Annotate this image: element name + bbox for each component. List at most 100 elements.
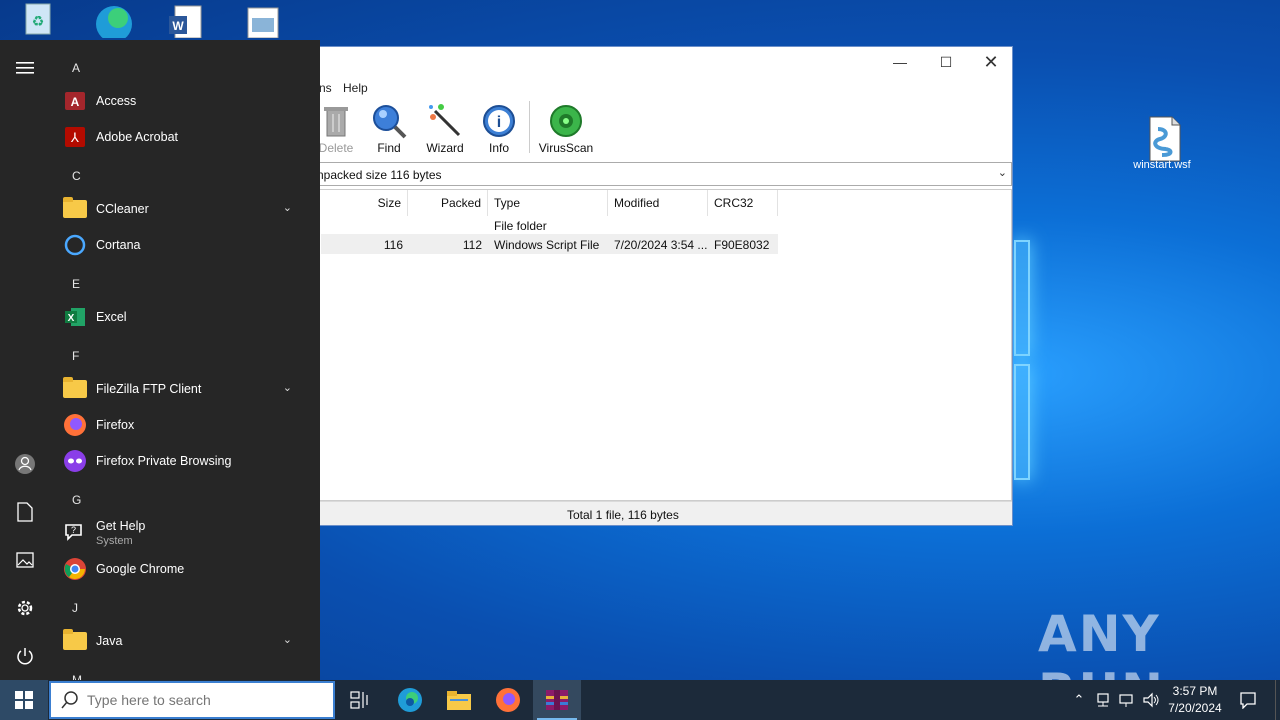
app-ccleaner[interactable]: CCleaner ⌄ — [62, 192, 312, 226]
search-icon — [61, 691, 79, 709]
column-header-size[interactable]: Size — [327, 190, 408, 216]
section-letter-e[interactable]: E — [72, 277, 80, 291]
column-header-packed[interactable]: Packed — [408, 190, 488, 216]
column-header-type[interactable]: Type — [488, 190, 608, 216]
find-button[interactable]: Find — [361, 103, 417, 155]
cortana-icon — [62, 232, 88, 258]
chevron-down-icon[interactable]: ⌄ — [283, 381, 292, 394]
svg-text:♻: ♻ — [32, 13, 45, 29]
volume-icon[interactable] — [1140, 680, 1162, 720]
app-cortana[interactable]: Cortana — [62, 228, 312, 262]
folder-icon — [62, 196, 88, 222]
search-input[interactable] — [87, 692, 307, 708]
app-get-help[interactable]: ? Get Help System — [62, 516, 312, 550]
section-letter-g[interactable]: G — [72, 493, 81, 507]
wsf-file-desktop-icon[interactable]: winstart.wsf — [1124, 115, 1200, 171]
virusscan-button[interactable]: VirusScan — [536, 103, 596, 155]
winrar-window: — ☐ ✕ ns Help Delete Find Wizard i Info — [250, 46, 1013, 526]
start-menu: A A Access ⅄ Adobe Acrobat C CCleaner ⌄ … — [0, 40, 320, 680]
cell-modified: 7/20/2024 3:54 ... — [614, 238, 708, 252]
wizard-button[interactable]: Wizard — [417, 103, 473, 155]
windows-start-icon — [15, 691, 33, 709]
section-letter-a[interactable]: A — [72, 61, 80, 75]
svg-text:X: X — [68, 313, 75, 324]
app-google-chrome[interactable]: Google Chrome — [62, 552, 312, 586]
taskbar: ⌃ 3:57 PM 7/20/2024 — [0, 680, 1280, 720]
section-letter-c[interactable]: C — [72, 169, 81, 183]
minimize-button[interactable]: — — [877, 47, 923, 77]
start-button[interactable] — [0, 680, 48, 720]
edge-taskbar-icon[interactable] — [386, 680, 434, 720]
anyrun-watermark: ANY RUN — [1038, 605, 1163, 680]
user-account-icon[interactable] — [13, 452, 37, 476]
app-excel[interactable]: X Excel — [62, 300, 312, 334]
word-document-icon[interactable]: W — [147, 0, 223, 42]
info-button[interactable]: i Info — [471, 103, 527, 155]
menu-item-commands[interactable]: ns — [319, 81, 332, 95]
status-text: Total 1 file, 116 bytes — [567, 508, 679, 522]
ethernet-icon[interactable] — [1116, 680, 1138, 720]
image-file-icon[interactable] — [224, 0, 300, 42]
windows-logo-wallpaper — [1014, 240, 1030, 480]
pictures-icon[interactable] — [13, 548, 37, 572]
magnifier-icon — [371, 103, 407, 139]
svg-text:i: i — [497, 114, 501, 131]
cell-size: 116 — [383, 238, 403, 252]
notification-center-icon[interactable] — [1236, 680, 1260, 720]
section-letter-m[interactable]: M — [72, 673, 82, 680]
chevron-down-icon[interactable]: ⌄ — [998, 166, 1007, 179]
section-letter-f[interactable]: F — [72, 349, 79, 363]
app-subtitle: System — [96, 535, 133, 547]
taskbar-clock[interactable]: 3:57 PM 7/20/2024 — [1160, 683, 1230, 717]
column-header-modified[interactable]: Modified — [608, 190, 708, 216]
cell-packed: 112 — [462, 238, 482, 252]
cell-crc32: F90E8032 — [714, 238, 770, 252]
status-bar: Total 1 file, 116 bytes — [251, 501, 1012, 525]
section-letter-j[interactable]: J — [72, 601, 78, 615]
access-icon: A — [62, 88, 88, 114]
show-hidden-icons-icon[interactable]: ⌃ — [1068, 680, 1090, 720]
recycle-bin-icon[interactable]: ♻ — [0, 0, 76, 42]
app-filezilla[interactable]: FileZilla FTP Client ⌄ — [62, 372, 312, 406]
get-help-icon: ? — [62, 520, 88, 546]
chevron-down-icon[interactable]: ⌄ — [283, 201, 292, 214]
close-button[interactable]: ✕ — [968, 47, 1014, 77]
winrar-taskbar-icon[interactable] — [533, 680, 581, 720]
menu-item-help[interactable]: Help — [343, 81, 368, 95]
title-bar[interactable]: — ☐ ✕ — [251, 47, 1012, 77]
app-access[interactable]: A Access — [62, 84, 312, 118]
table-row[interactable]: File folder — [494, 219, 547, 233]
toolbar-separator — [529, 101, 530, 153]
script-file-icon — [1144, 115, 1181, 162]
network-tray-icon[interactable] — [1092, 680, 1114, 720]
taskbar-search[interactable] — [49, 681, 335, 719]
info-icon: i — [481, 103, 517, 139]
app-firefox[interactable]: Firefox — [62, 408, 312, 442]
file-explorer-icon[interactable] — [435, 680, 483, 720]
firefox-taskbar-icon[interactable] — [484, 680, 532, 720]
edge-desktop-icon[interactable] — [74, 0, 150, 42]
app-adobe-acrobat[interactable]: ⅄ Adobe Acrobat — [62, 120, 312, 154]
maximize-button[interactable]: ☐ — [923, 47, 969, 77]
svg-text:⅄: ⅄ — [70, 130, 79, 145]
cell-type: Windows Script File — [494, 238, 600, 252]
app-firefox-private[interactable]: Firefox Private Browsing — [62, 444, 312, 478]
show-desktop-button[interactable] — [1275, 680, 1276, 720]
firefox-icon — [62, 412, 88, 438]
clock-time: 3:57 PM — [1172, 684, 1218, 698]
trash-icon — [318, 103, 354, 139]
column-header-crc32[interactable]: CRC32 — [708, 190, 778, 216]
app-list: A A Access ⅄ Adobe Acrobat C CCleaner ⌄ … — [50, 40, 320, 680]
task-view-icon[interactable] — [336, 680, 384, 720]
app-java[interactable]: Java ⌄ — [62, 624, 312, 658]
power-icon[interactable] — [13, 644, 37, 668]
settings-gear-icon[interactable] — [13, 596, 37, 620]
chevron-down-icon[interactable]: ⌄ — [283, 633, 292, 646]
toolbar: Delete Find Wizard i Info VirusScan — [251, 99, 1012, 159]
address-bar[interactable]: npacked size 116 bytes ⌄ — [251, 162, 1012, 186]
folder-icon — [62, 628, 88, 654]
hamburger-menu-icon[interactable] — [13, 56, 37, 80]
documents-icon[interactable] — [13, 500, 37, 524]
folder-icon — [62, 376, 88, 402]
firefox-private-icon — [62, 448, 88, 474]
